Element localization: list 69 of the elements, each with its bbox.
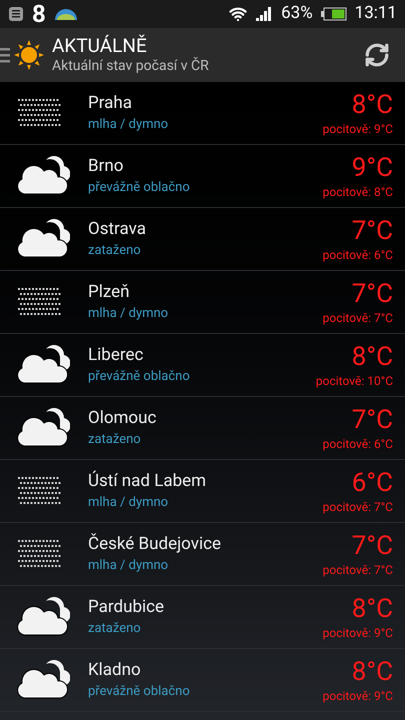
feels-like-temperature: pocitově: 9°C <box>322 690 393 702</box>
feels-like-temperature: pocitově: 8°C <box>322 186 393 198</box>
wifi-icon <box>229 5 248 23</box>
cloud-icon <box>16 219 70 259</box>
sun-icon <box>14 40 44 70</box>
temperature: 8°C <box>352 92 393 118</box>
city-name: Ostrava <box>88 218 147 240</box>
temperature: 7°C <box>352 532 393 558</box>
city-row[interactable]: Kladno převážně oblačno 8°C pocitově: 9°C <box>0 649 405 712</box>
cloud-icon <box>16 408 70 448</box>
feels-like-temperature: pocitově: 7°C <box>322 564 393 576</box>
notification-count: 8 <box>32 2 46 26</box>
feels-like-temperature: pocitově: 6°C <box>322 438 393 450</box>
feels-like-temperature: pocitově: 9°C <box>322 626 393 638</box>
temperature: 8°C <box>352 596 393 622</box>
notification-icon <box>8 6 24 22</box>
signal-icon <box>255 6 274 22</box>
refresh-icon <box>364 42 390 68</box>
feels-like-temperature: pocitově: 7°C <box>322 312 393 324</box>
city-name: České Budejovice <box>88 534 222 555</box>
app-subtitle: Aktuální stav počasí v ČR <box>52 58 210 76</box>
city-row[interactable]: Plzeň mlha / dymno 7°C pocitově: 7°C <box>0 271 405 334</box>
city-row[interactable]: Ústí nad Labem mlha / dymno 6°C pocitově: 7°C <box>0 460 405 523</box>
temperature: 7°C <box>352 218 393 244</box>
weather-condition: mlha / dymno <box>88 558 170 574</box>
temperature: 8°C <box>352 344 393 370</box>
cloud-icon <box>16 156 70 196</box>
cloud-icon <box>16 345 70 385</box>
weather-condition: zataženo <box>88 243 142 260</box>
temperature: 7°C <box>352 406 393 432</box>
weather-condition: mlha / dymno <box>88 306 170 322</box>
battery-percent: 63% <box>281 2 313 26</box>
city-row[interactable]: Ostrava zataženo 7°C pocitově: 6°C <box>0 208 405 271</box>
feels-like-temperature: pocitově: 10°C <box>316 374 393 386</box>
city-row[interactable]: Liberec převážně oblačno 8°C pocitově: 10°C <box>0 334 405 397</box>
city-name: Brno <box>88 156 124 177</box>
temperature: 8°C <box>352 658 393 684</box>
city-row[interactable]: Olomouc zataženo 7°C pocitově: 6°C <box>0 397 405 460</box>
cloud-icon <box>16 597 70 637</box>
battery-icon <box>320 7 347 21</box>
city-row[interactable]: Brno převážně oblačno 9°C pocitově: 8°C <box>0 145 405 208</box>
globe-icon <box>54 7 78 21</box>
weather-condition: mlha / dymno <box>88 495 170 512</box>
weather-condition: převážně oblačno <box>88 180 191 196</box>
city-name: Olomouc <box>88 408 158 429</box>
feels-like-temperature: pocitově: 9°C <box>322 122 393 134</box>
weather-condition: převážně oblačno <box>88 369 191 386</box>
city-name: Pardubice <box>88 596 166 618</box>
cloud-icon <box>16 660 70 700</box>
weather-condition: zataženo <box>88 432 142 448</box>
weather-condition: převážně oblačno <box>88 684 191 700</box>
clock: 13:11 <box>354 2 397 26</box>
city-name: Praha <box>88 92 134 114</box>
menu-icon[interactable] <box>0 46 10 64</box>
city-name: Kladno <box>88 660 142 681</box>
temperature: 6°C <box>352 470 393 496</box>
city-name: Ústí nad Labem <box>88 470 208 492</box>
city-row[interactable]: České Budejovice mlha / dymno 7°C pocitově: 7°C <box>0 523 405 586</box>
city-row[interactable]: Pardubice zataženo 8°C pocitově: 9°C <box>0 586 405 649</box>
feels-like-temperature: pocitově: 7°C <box>322 500 393 512</box>
temperature: 9°C <box>352 154 393 180</box>
city-name: Liberec <box>88 344 144 366</box>
weather-condition: zataženo <box>88 621 142 638</box>
feels-like-temperature: pocitově: 6°C <box>322 248 393 260</box>
city-row[interactable]: Praha mlha / dymno 8°C pocitově: 9°C <box>0 82 405 145</box>
app-title: AKTUÁLNĚ <box>52 34 148 58</box>
city-name: Plzeň <box>88 282 131 303</box>
weather-condition: mlha / dymno <box>88 117 170 134</box>
temperature: 7°C <box>352 280 393 306</box>
